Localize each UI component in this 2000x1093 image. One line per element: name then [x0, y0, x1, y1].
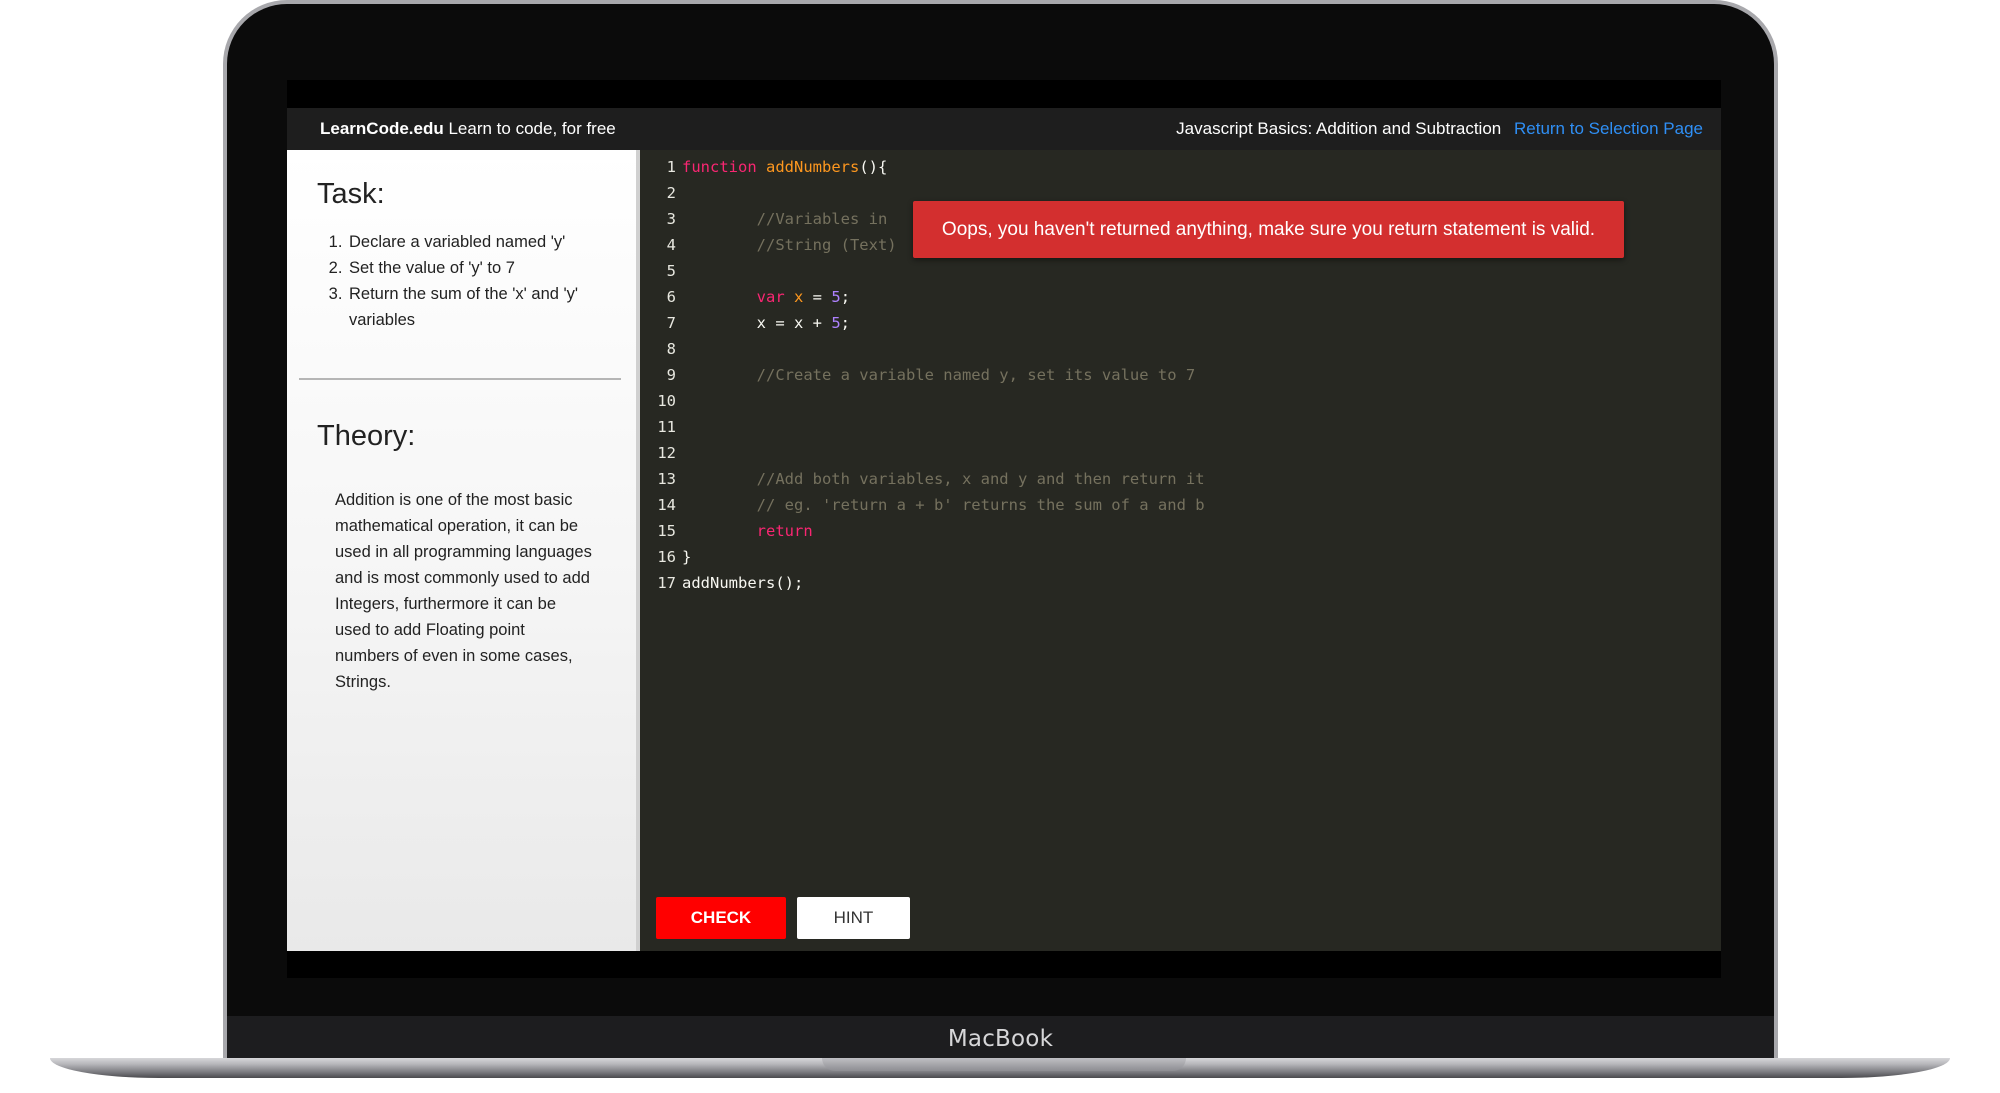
line-number: 10: [657, 392, 676, 410]
code-token: return: [756, 522, 813, 540]
code-line[interactable]: 12: [640, 440, 1205, 466]
code-token: //Create a variable named y, set its val…: [682, 366, 1196, 384]
code-token: 5: [831, 288, 841, 306]
task-step: Declare a variabled named 'y': [347, 229, 637, 255]
code-line[interactable]: 7 x = x + 5;: [640, 310, 1205, 336]
line-number: 9: [666, 366, 676, 384]
code-token: =: [803, 288, 832, 306]
code-token: var: [756, 288, 785, 306]
line-number: 12: [657, 444, 676, 462]
app-window: LearnCode.edu Learn to code, for free Ja…: [287, 108, 1721, 951]
hint-button[interactable]: HINT: [797, 897, 910, 939]
code-token: addNumbers: [766, 158, 860, 176]
code-line[interactable]: 15 return: [640, 518, 1205, 544]
laptop-notch: [822, 1058, 1186, 1071]
line-number: 11: [657, 418, 676, 436]
task-step: Set the value of 'y' to 7: [347, 255, 637, 281]
code-token: // eg. 'return a + b' returns the sum of…: [682, 496, 1205, 514]
code-line[interactable]: 1 function addNumbers(){: [640, 154, 1205, 180]
laptop-screen: LearnCode.edu Learn to code, for free Ja…: [287, 80, 1721, 978]
line-number: 5: [666, 262, 676, 280]
code-token: (){: [859, 158, 888, 176]
code-token: function: [682, 158, 757, 176]
code-line[interactable]: 5: [640, 258, 1205, 284]
line-number: 14: [657, 496, 676, 514]
line-number: 3: [666, 210, 676, 228]
code-line[interactable]: 6 var x = 5;: [640, 284, 1205, 310]
error-toast: Oops, you haven't returned anything, mak…: [913, 201, 1624, 258]
code-token: //Add both variables, x and y and then r…: [682, 470, 1205, 488]
task-step: Return the sum of the 'x' and 'y' variab…: [347, 281, 637, 333]
laptop-brand-label: MacBook: [947, 1026, 1054, 1052]
theory-heading: Theory:: [317, 420, 416, 452]
line-number: 16: [657, 548, 676, 566]
code-token: //Variables in: [682, 210, 888, 228]
code-line[interactable]: 13 //Add both variables, x and y and the…: [640, 466, 1205, 492]
instructions-panel: Task: Declare a variabled named 'y' Set …: [287, 150, 640, 951]
site-name[interactable]: LearnCode.edu: [320, 119, 444, 138]
line-number: 17: [657, 574, 676, 592]
code-line[interactable]: 8: [640, 336, 1205, 362]
code-line[interactable]: 9 //Create a variable named y, set its v…: [640, 362, 1205, 388]
code-token: 5: [831, 314, 841, 332]
code-line[interactable]: 10: [640, 388, 1205, 414]
code-token: //String (Text): [682, 236, 897, 254]
code-line[interactable]: 17 addNumbers();: [640, 570, 1205, 596]
line-number: 7: [666, 314, 676, 332]
top-bar: LearnCode.edu Learn to code, for free Ja…: [287, 108, 1721, 150]
site-tagline: Learn to code, for free: [443, 119, 616, 138]
line-number: 15: [657, 522, 676, 540]
task-heading: Task:: [317, 178, 385, 210]
lesson-info: Javascript Basics: Addition and Subtract…: [1176, 119, 1703, 139]
code-token: x = x +: [682, 314, 832, 332]
code-line[interactable]: 16}: [640, 544, 1205, 570]
line-number: 8: [666, 340, 676, 358]
code-token: x: [794, 288, 804, 306]
line-number: 1: [666, 158, 676, 176]
code-token: ;: [840, 314, 850, 332]
section-divider: [299, 378, 621, 380]
code-editor[interactable]: 1 function addNumbers(){ 2 3 //Variables in…: [640, 150, 1721, 951]
code-line[interactable]: 11: [640, 414, 1205, 440]
code-token: }: [682, 548, 692, 566]
brand: LearnCode.edu Learn to code, for free: [320, 119, 616, 139]
line-number: 4: [666, 236, 676, 254]
code-token: ;: [840, 288, 851, 306]
return-to-selection-link[interactable]: Return to Selection Page: [1514, 119, 1703, 138]
code-token: addNumbers();: [682, 574, 804, 592]
task-list: Declare a variabled named 'y' Set the va…: [317, 229, 637, 333]
line-number: 6: [666, 288, 676, 306]
theory-text: Addition is one of the most basic mathem…: [335, 491, 592, 691]
line-number: 13: [657, 470, 676, 488]
lesson-title: Javascript Basics: Addition and Subtract…: [1176, 119, 1502, 138]
check-button[interactable]: CHECK: [656, 897, 786, 939]
line-number: 2: [666, 184, 676, 202]
code-line[interactable]: 14 // eg. 'return a + b' returns the sum…: [640, 492, 1205, 518]
